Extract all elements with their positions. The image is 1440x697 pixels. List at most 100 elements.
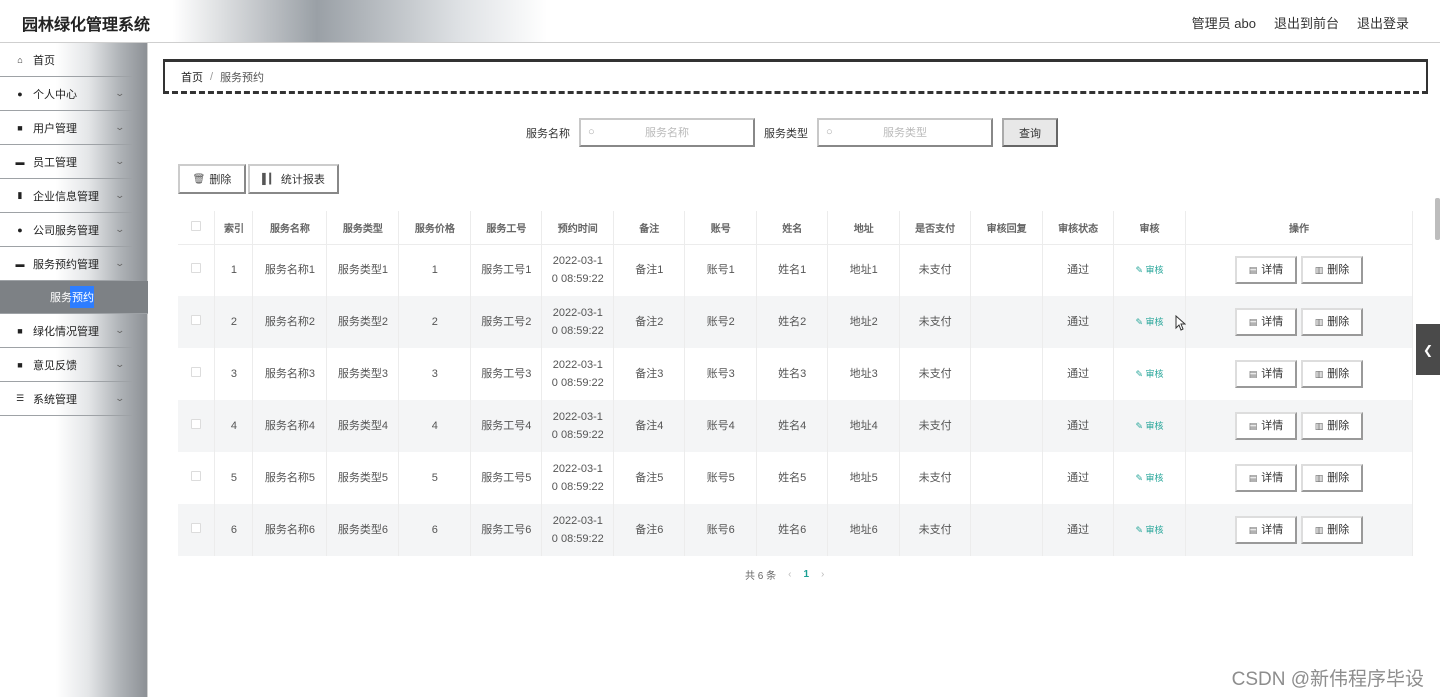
select-all-checkbox[interactable] — [191, 220, 202, 231]
edit-icon: ✎ — [1135, 421, 1146, 431]
audit-link[interactable]: ✎ 审核 — [1136, 473, 1164, 483]
sidebar-item[interactable]: ▬ 服务预约管理 ⌄ — [0, 247, 132, 281]
service-name-input[interactable] — [581, 126, 753, 139]
cell-person: 姓名3 — [756, 348, 829, 400]
cell-idx: 1 — [214, 244, 254, 296]
batch-delete-button[interactable]: 🗑︎ 删除 — [178, 164, 246, 194]
edit-icon: ✎ — [1135, 317, 1146, 327]
logout-link[interactable]: 退出登录 — [1357, 13, 1409, 32]
cell-paid: 未支付 — [899, 400, 972, 452]
delete-button[interactable]: ▥ 删除 — [1301, 412, 1363, 440]
cell-reply — [970, 348, 1044, 400]
cell-idx: 3 — [214, 348, 254, 400]
detail-button[interactable]: ▤ 详情 — [1235, 464, 1297, 492]
audit-link[interactable]: ✎ 审核 — [1136, 265, 1164, 275]
sidebar-item[interactable]: ■ 绿化情况管理 ⌄ — [0, 314, 132, 348]
row-checkbox[interactable] — [191, 523, 202, 533]
breadcrumb-home[interactable]: 首页 — [181, 69, 203, 85]
delete-button[interactable]: ▥ 删除 — [1301, 516, 1363, 544]
sidebar-item-label: 员工管理 — [33, 156, 77, 169]
row-select-cell[interactable] — [178, 244, 216, 296]
audit-cell: ✎ 审核 — [1113, 504, 1187, 556]
detail-button[interactable]: ▤ 详情 — [1235, 360, 1297, 388]
batch-delete-label: 删除 — [209, 174, 232, 186]
sidebar-item[interactable]: ■ 用户管理 ⌄ — [0, 111, 132, 145]
sidebar-item-label: 企业信息管理 — [33, 190, 99, 203]
mouse-cursor-icon — [1175, 315, 1186, 331]
row-select-cell[interactable] — [178, 400, 216, 452]
table-row[interactable]: 4 服务名称4 服务类型4 4 服务工号4 2022-03-1 0 08:59:22 备注4 账… — [178, 400, 1413, 452]
search-icon: ○ — [826, 126, 833, 138]
cell-name: 服务名称3 — [252, 348, 328, 400]
edit-icon: ✎ — [1135, 473, 1146, 483]
table-row[interactable]: 2 服务名称2 服务类型2 2 服务工号2 2022-03-1 0 08:59:22 备注2 账… — [178, 296, 1413, 348]
delete-button[interactable]: ▥ 删除 — [1301, 360, 1363, 388]
delete-button[interactable]: ▥ 删除 — [1301, 256, 1363, 285]
prev-page-button[interactable]: ‹ — [788, 569, 791, 580]
row-checkbox[interactable] — [191, 263, 202, 274]
table-row[interactable]: 6 服务名称6 服务类型6 6 服务工号6 2022-03-1 0 08:59:22 备注6 账… — [178, 504, 1413, 556]
admin-user-link[interactable]: 管理员 abo — [1192, 13, 1256, 32]
audit-link[interactable]: ✎ 审核 — [1136, 421, 1164, 431]
col-header: 审核 — [1113, 211, 1187, 245]
cell-addr: 地址5 — [827, 452, 901, 504]
cell-no: 服务工号5 — [470, 452, 543, 504]
cell-note: 备注6 — [613, 504, 686, 556]
audit-link[interactable]: ✎ 审核 — [1136, 317, 1164, 327]
row-checkbox[interactable] — [191, 471, 202, 481]
cell-price: 4 — [398, 400, 472, 452]
sidebar-item[interactable]: ■ 意见反馈 ⌄ — [0, 348, 132, 382]
service-type-field[interactable]: ○ — [817, 118, 993, 147]
service-type-input[interactable] — [819, 126, 991, 139]
delete-button[interactable]: ▥ 删除 — [1301, 308, 1363, 336]
sidebar-item[interactable]: ▮ 企业信息管理 ⌄ — [0, 179, 132, 213]
cell-note: 备注3 — [613, 348, 686, 400]
detail-button[interactable]: ▤ 详情 — [1235, 516, 1297, 544]
cell-price: 3 — [398, 348, 472, 400]
row-checkbox[interactable] — [191, 315, 202, 325]
cell-type: 服务类型5 — [326, 452, 400, 504]
row-select-cell[interactable] — [178, 348, 216, 400]
document-icon: ▤ — [1248, 265, 1258, 276]
sidebar-item[interactable]: ☰ 系统管理 ⌄ — [0, 382, 132, 416]
table-row[interactable]: 5 服务名称5 服务类型5 5 服务工号5 2022-03-1 0 08:59:22 备注5 账… — [178, 452, 1413, 504]
row-select-cell[interactable] — [178, 296, 216, 348]
row-select-cell[interactable] — [178, 452, 216, 504]
scrollbar-thumb[interactable] — [1435, 198, 1440, 240]
audit-link[interactable]: ✎ 审核 — [1136, 369, 1164, 379]
cell-paid: 未支付 — [899, 348, 972, 400]
page-number-current[interactable]: 1 — [803, 569, 809, 580]
audit-link[interactable]: ✎ 审核 — [1136, 525, 1164, 535]
sidebar-subitem-active[interactable]: 服务预约 — [0, 281, 148, 314]
cell-idx: 5 — [214, 452, 254, 504]
query-button[interactable]: 查询 — [1002, 118, 1058, 147]
delete-button[interactable]: ▥ 删除 — [1301, 464, 1363, 492]
operation-cell: ▤ 详情 ▥ 删除 — [1185, 452, 1413, 504]
detail-button[interactable]: ▤ 详情 — [1235, 412, 1297, 440]
cell-reply — [970, 244, 1044, 296]
sidebar-item[interactable]: ⌂ 首页 — [0, 43, 132, 77]
sidebar-item[interactable]: ● 公司服务管理 ⌄ — [0, 213, 132, 247]
sidebar-item[interactable]: ● 个人中心 ⌄ — [0, 77, 132, 111]
side-panel-toggle[interactable]: ❮ — [1416, 324, 1440, 375]
detail-label: 详情 — [1261, 264, 1284, 277]
select-all-cell[interactable] — [178, 211, 216, 245]
next-page-button[interactable]: › — [821, 569, 824, 580]
detail-button[interactable]: ▤ 详情 — [1235, 256, 1297, 285]
row-select-cell[interactable] — [178, 504, 216, 556]
row-checkbox[interactable] — [191, 419, 202, 429]
operation-cell: ▤ 详情 ▥ 删除 — [1185, 244, 1413, 296]
service-name-field[interactable]: ○ — [579, 118, 755, 147]
table-row[interactable]: 3 服务名称3 服务类型3 3 服务工号3 2022-03-1 0 08:59:22 备注3 账… — [178, 348, 1413, 400]
row-checkbox[interactable] — [191, 367, 202, 377]
chevron-down-icon: ⌄ — [114, 325, 126, 335]
stats-report-button[interactable]: ▌▎ 统计报表 — [248, 164, 339, 194]
sidebar-item[interactable]: ▬ 员工管理 ⌄ — [0, 145, 132, 179]
sidebar-item-label: 首页 — [33, 54, 55, 67]
sidebar-item-label: 公司服务管理 — [33, 224, 99, 237]
exit-to-front-link[interactable]: 退出到前台 — [1274, 13, 1339, 32]
cell-reply — [970, 504, 1044, 556]
trash-icon: 🗑︎ — [192, 173, 206, 185]
table-row[interactable]: 1 服务名称1 服务类型1 1 服务工号1 2022-03-1 0 08:59:22 备注1 账… — [178, 244, 1413, 296]
detail-button[interactable]: ▤ 详情 — [1235, 308, 1297, 336]
